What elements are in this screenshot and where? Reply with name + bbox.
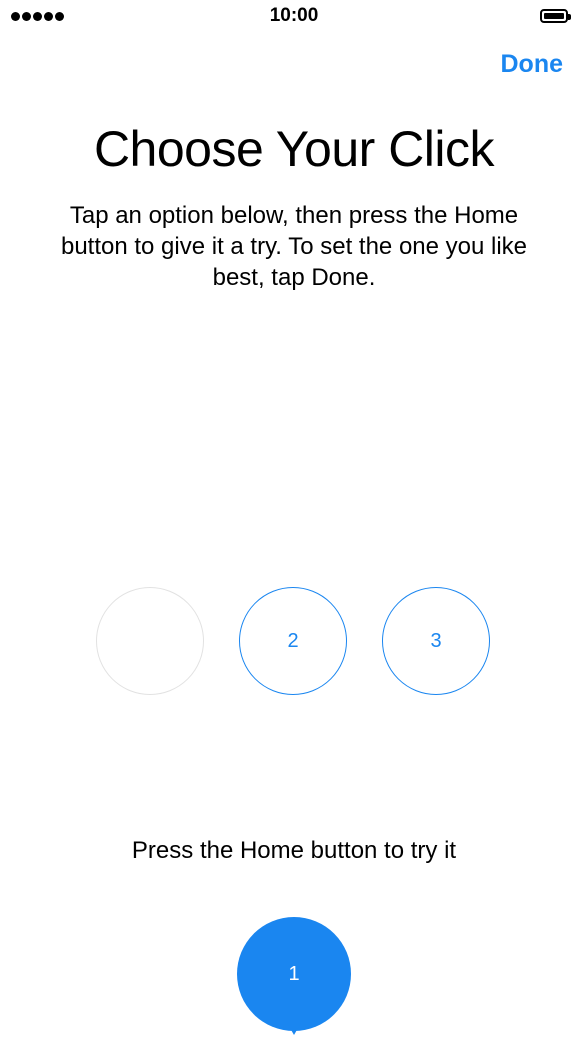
click-option-1-slot[interactable] <box>96 587 204 695</box>
instructions-text: Tap an option below, then press the Home… <box>60 202 528 291</box>
bubble-tail <box>286 1021 302 1035</box>
click-option-2[interactable]: 2 <box>239 587 347 695</box>
status-time: 10:00 <box>269 5 319 26</box>
click-options: 2 3 <box>96 587 492 699</box>
selected-option-label: 1 <box>237 917 351 1031</box>
selected-click-option[interactable]: 1 <box>237 917 351 1035</box>
done-button[interactable]: Done <box>501 50 564 79</box>
battery-full-icon <box>540 9 571 23</box>
page-title: Choose Your Click <box>93 121 495 177</box>
click-option-3[interactable]: 3 <box>382 587 490 695</box>
status-bar: 10:00 <box>0 0 588 34</box>
hint-text: Press the Home button to try it <box>131 837 457 864</box>
